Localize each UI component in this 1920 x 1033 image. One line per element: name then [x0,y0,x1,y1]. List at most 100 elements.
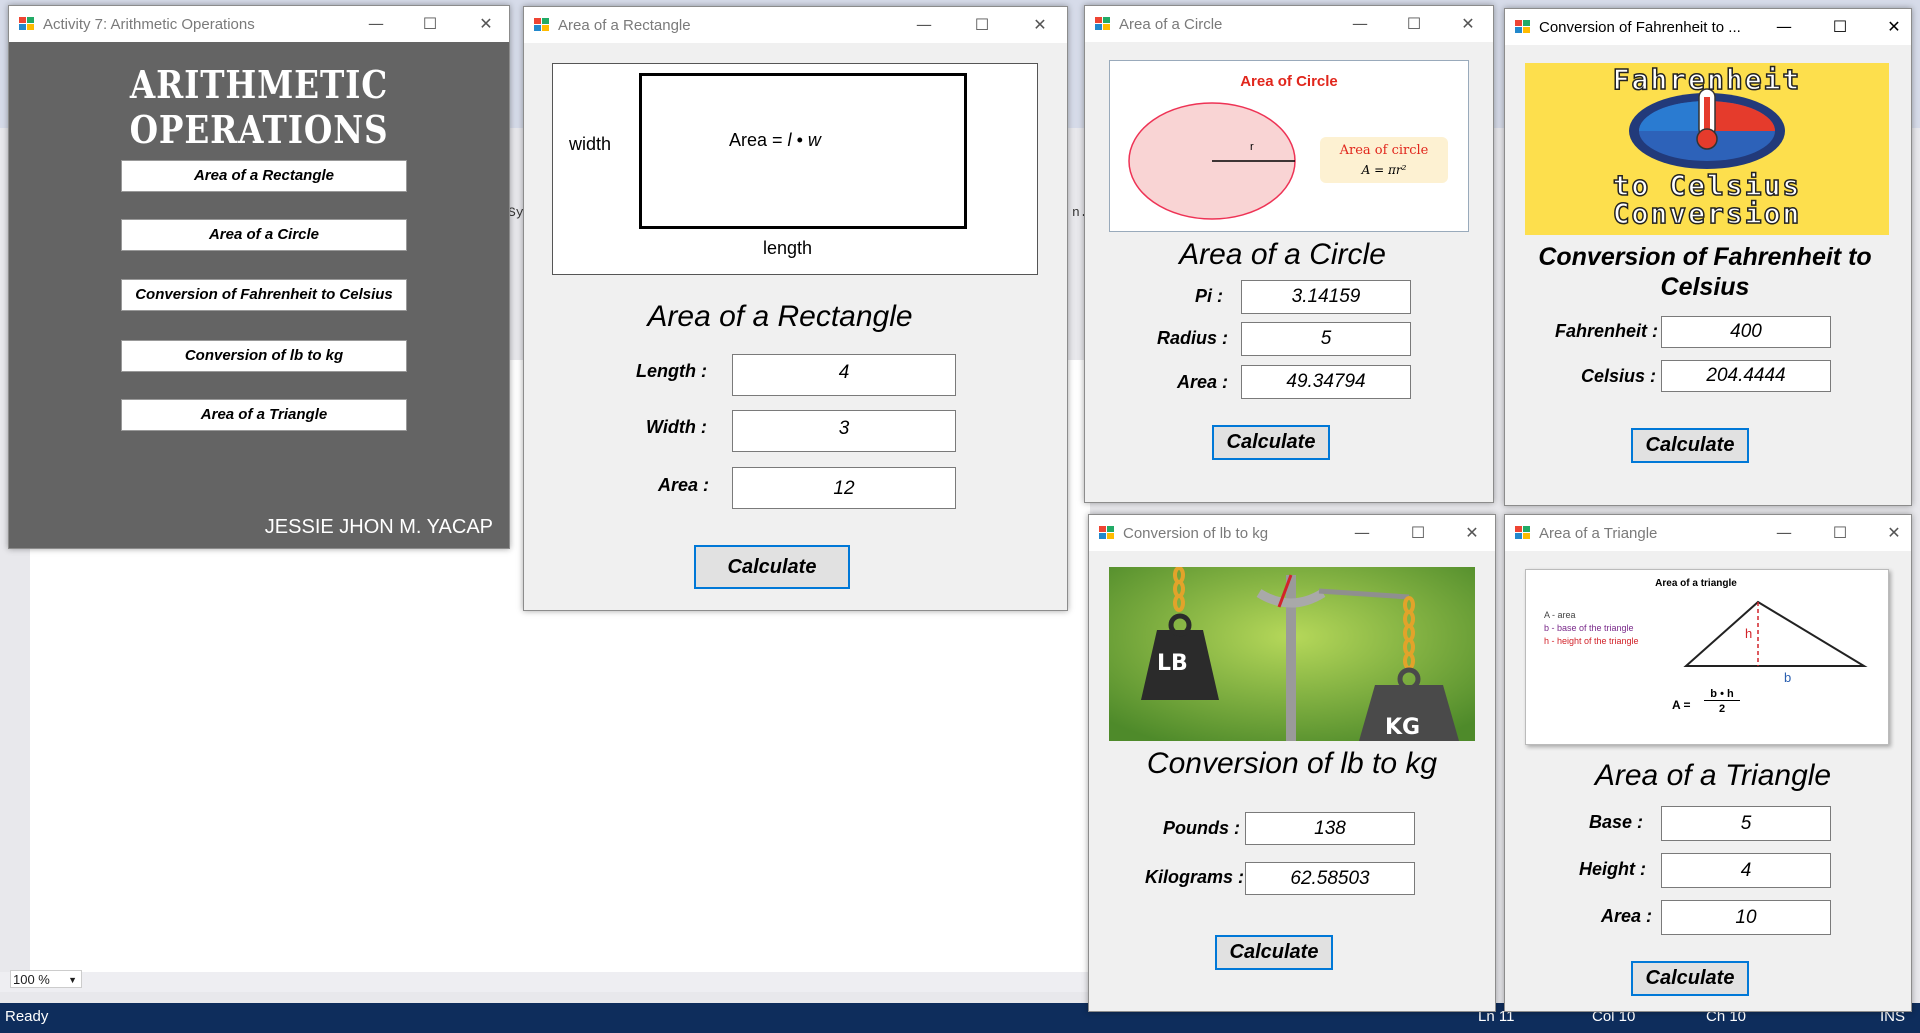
title-bar: Area of a Circle — ☐ ✕ [1085,6,1493,42]
scale-image: LB KG [1109,567,1475,741]
base-marker: b [1784,670,1792,685]
rectangle-shape [639,73,967,229]
rectangle-image: width length Area = l • w [552,63,1038,275]
height-field[interactable]: 4 [1661,853,1831,888]
rectangle-button[interactable]: Area of a Rectangle [121,160,407,192]
calculate-button[interactable]: Calculate [694,545,850,589]
minimize-button[interactable]: — [1337,12,1383,36]
image-line-3: Conversion [1612,196,1802,231]
legend-h: h - height of the triangle [1544,636,1639,646]
area-label: Area : [1601,906,1653,926]
title-bar: Area of a Rectangle — ☐ ✕ [524,7,1067,43]
maximize-button[interactable]: ☐ [1817,521,1863,545]
app-icon [1095,17,1110,30]
radius-label: Radius : [1157,328,1229,348]
length-label: length [763,238,813,258]
area-field[interactable]: 12 [732,467,956,509]
circle-image-title: Area of Circle [1240,73,1338,90]
title-bar: Conversion of lb to kg — ☐ ✕ [1089,515,1495,551]
base-field[interactable]: 5 [1661,806,1831,841]
image-line-1: Fahrenheit [1612,63,1802,97]
celsius-field[interactable]: 204.4444 [1661,360,1831,392]
triangle-image: Area of a triangle A - area b - base of … [1525,569,1889,745]
pounds-field[interactable]: 138 [1245,812,1415,845]
fahrenheit-button[interactable]: Conversion of Fahrenheit to Celsius [121,279,407,311]
triangle-formula-denominator: 2 [1718,703,1726,715]
width-label: width [569,134,612,154]
circle-window: Area of a Circle — ☐ ✕ Area of Circle r … [1084,5,1494,503]
triangle-window: Area of a Triangle — ☐ ✕ Area of a trian… [1504,514,1912,1012]
chevron-down-icon: ▼ [68,975,77,985]
close-button[interactable]: ✕ [1449,521,1495,545]
close-button[interactable]: ✕ [463,12,509,36]
calculate-button[interactable]: Calculate [1631,961,1749,996]
code-fragment: Sy [508,205,524,220]
triangle-button[interactable]: Area of a Triangle [121,399,407,431]
radius-marker: r [1250,141,1254,153]
kg-weight-label: KG [1385,715,1421,740]
window-title: Area of a Circle [1119,16,1223,33]
lbkg-button[interactable]: Conversion of lb to kg [121,340,407,372]
kilograms-field[interactable]: 62.58503 [1245,862,1415,895]
maximize-button[interactable]: ☐ [1391,12,1437,36]
radius-field[interactable]: 5 [1241,322,1411,356]
page-title: Area of a Circle [1179,238,1386,271]
minimize-button[interactable]: — [1761,15,1807,39]
width-field[interactable]: 3 [732,410,956,452]
area-label: Area : [1177,372,1229,392]
minimize-button[interactable]: — [901,13,947,37]
main-window: Activity 7: Arithmetic Operations — ☐ ✕ … [8,5,510,549]
length-label: Length : [636,361,707,381]
fahrenheit-window: Conversion of Fahrenheit to ... — ☐ ✕ Fa… [1504,8,1912,506]
maximize-button[interactable]: ☐ [1817,15,1863,39]
main-panel: ARITHMETIC OPERATIONS Area of a Rectangl… [9,42,509,548]
window-title: Conversion of Fahrenheit to ... [1539,19,1741,36]
fahrenheit-image: Fahrenheit to Celsius Conversion [1525,63,1889,235]
circle-image: Area of Circle r Area of circle A = πr² [1109,60,1469,232]
triangle-image-title: Area of a triangle [1655,578,1737,589]
app-icon [534,18,549,31]
window-title: Conversion of lb to kg [1123,525,1269,542]
pounds-label: Pounds : [1163,818,1240,838]
author-name: JESSIE JHON M. YACAP [264,516,493,538]
minimize-button[interactable]: — [353,12,399,36]
app-icon [19,17,34,30]
calculate-button[interactable]: Calculate [1212,425,1330,460]
app-icon [1099,526,1114,539]
editor-bottom-bar [0,972,1100,992]
close-button[interactable]: ✕ [1445,12,1491,36]
pi-label: Pi : [1195,286,1224,306]
zoom-dropdown[interactable]: 100 % ▼ [10,970,82,988]
minimize-button[interactable]: — [1761,521,1807,545]
circle-button[interactable]: Area of a Circle [121,219,407,251]
close-button[interactable]: ✕ [1871,15,1917,39]
fahrenheit-label: Fahrenheit : [1555,321,1659,341]
fahrenheit-field[interactable]: 400 [1661,316,1831,348]
close-button[interactable]: ✕ [1871,521,1917,545]
area-field[interactable]: 49.34794 [1241,365,1411,399]
area-field[interactable]: 10 [1661,900,1831,935]
width-label: Width : [646,417,707,437]
page-title: Conversion of Fahrenheit to Celsius [1538,243,1872,301]
lbkg-window: Conversion of lb to kg — ☐ ✕ LB KG Conve… [1088,514,1496,1012]
area-label: Area : [658,475,710,495]
title-bar: Area of a Triangle — ☐ ✕ [1505,515,1911,551]
legend-a: A - area [1544,610,1576,620]
circle-formula: A = πr² [1361,163,1407,177]
minimize-button[interactable]: — [1339,521,1385,545]
pi-field[interactable]: 3.14159 [1241,280,1411,314]
maximize-button[interactable]: ☐ [1395,521,1441,545]
calculate-button[interactable]: Calculate [1215,935,1333,970]
window-title: Activity 7: Arithmetic Operations [43,16,255,33]
calculate-button[interactable]: Calculate [1631,428,1749,463]
celsius-label: Celsius : [1581,366,1657,386]
length-field[interactable]: 4 [732,354,956,396]
page-title: Conversion of lb to kg [1146,747,1438,780]
maximize-button[interactable]: ☐ [959,13,1005,37]
close-button[interactable]: ✕ [1017,13,1063,37]
window-title: Area of a Rectangle [558,17,691,34]
title-bar: Conversion of Fahrenheit to ... — ☐ ✕ [1505,9,1911,45]
status-ready: Ready [5,1008,49,1025]
maximize-button[interactable]: ☐ [407,12,453,36]
height-label: Height : [1579,859,1646,879]
